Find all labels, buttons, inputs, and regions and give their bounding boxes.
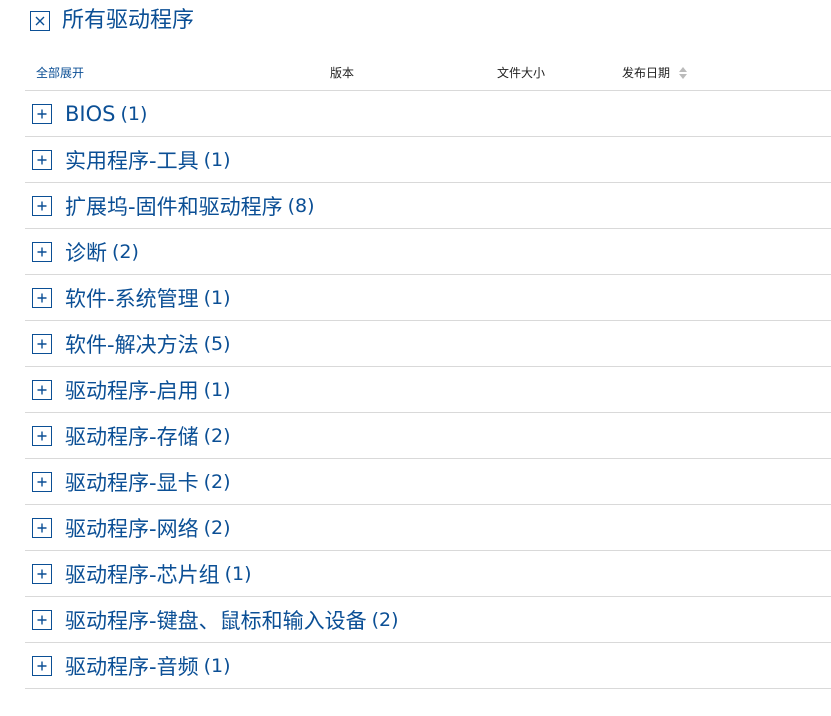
expand-button[interactable] (32, 149, 52, 170)
category-label: 实用程序-工具 (65, 148, 199, 173)
plus-icon (37, 155, 47, 164)
category-label: 软件-系统管理 (65, 286, 199, 311)
category-label: 驱动程序-芯片组 (65, 562, 220, 587)
expand-button[interactable] (32, 609, 52, 630)
category-row[interactable]: 驱动程序-芯片组 (1) (25, 551, 831, 597)
category-label: 驱动程序-键盘、鼠标和输入设备 (65, 608, 367, 633)
expand-button[interactable] (32, 563, 52, 584)
category-count: (1) (203, 148, 231, 171)
expand-button[interactable] (32, 333, 52, 354)
category-count: (1) (203, 378, 231, 401)
category-count: (1) (120, 102, 148, 125)
category-row[interactable]: 驱动程序-键盘、鼠标和输入设备 (2) (25, 597, 831, 643)
expand-button[interactable] (32, 103, 52, 124)
plus-icon (37, 201, 47, 210)
category-count: (8) (287, 194, 315, 217)
plus-icon (37, 247, 47, 256)
category-label: 驱动程序-显卡 (65, 470, 199, 495)
category-row[interactable]: 驱动程序-存储 (2) (25, 413, 831, 459)
category-count: (5) (203, 332, 231, 355)
plus-icon (37, 661, 47, 670)
category-row[interactable]: 驱动程序-显卡 (2) (25, 459, 831, 505)
plus-icon (37, 523, 47, 532)
category-list: BIOS (1) 实用程序-工具 (1) 扩展坞-固件和驱动程序 (8) 诊断 (2) 软件-系… (25, 91, 831, 689)
category-label: 诊断 (65, 240, 107, 265)
column-release-date-label: 发布日期 (622, 66, 671, 80)
expand-button[interactable] (32, 425, 52, 446)
category-label: 驱动程序-启用 (65, 378, 199, 403)
category-count: (1) (203, 286, 231, 309)
plus-icon (37, 293, 47, 302)
category-label: 驱动程序-音频 (65, 654, 199, 679)
category-count: (2) (112, 240, 139, 263)
expand-all-link[interactable]: 全部展开 (36, 64, 84, 82)
sort-icon[interactable] (678, 66, 688, 80)
category-label: 驱动程序-网络 (65, 516, 199, 541)
expand-button[interactable] (32, 517, 52, 538)
category-row[interactable]: BIOS (1) (25, 91, 831, 137)
plus-icon (37, 615, 47, 624)
category-label: 软件-解决方法 (65, 332, 199, 357)
plus-icon (37, 109, 47, 118)
category-row[interactable]: 诊断 (2) (25, 229, 831, 275)
category-row[interactable]: 实用程序-工具 (1) (25, 137, 831, 183)
page-title: 所有驱动程序 (62, 8, 195, 33)
category-count: (2) (203, 470, 231, 493)
category-count: (2) (203, 516, 231, 539)
category-row[interactable]: 驱动程序-网络 (2) (25, 505, 831, 551)
expand-button[interactable] (32, 195, 52, 216)
plus-icon (37, 431, 47, 440)
category-label: 扩展坞-固件和驱动程序 (65, 194, 283, 219)
category-row[interactable]: 驱动程序-启用 (1) (25, 367, 831, 413)
category-label: 驱动程序-存储 (65, 424, 199, 449)
category-label: BIOS (65, 101, 116, 126)
close-icon (35, 16, 45, 26)
category-row[interactable]: 软件-系统管理 (1) (25, 275, 831, 321)
collapse-all-button[interactable] (30, 11, 50, 31)
plus-icon (37, 339, 47, 348)
column-file-size: 文件大小 (497, 66, 546, 80)
plus-icon (37, 477, 47, 486)
expand-button[interactable] (32, 471, 52, 492)
expand-button[interactable] (32, 655, 52, 676)
column-header: 全部展开 版本 文件大小 发布日期 (36, 64, 831, 82)
category-count: (2) (203, 424, 231, 447)
category-count: (1) (203, 654, 231, 677)
category-row[interactable]: 扩展坞-固件和驱动程序 (8) (25, 183, 831, 229)
expand-button[interactable] (32, 241, 52, 262)
expand-button[interactable] (32, 287, 52, 308)
column-version: 版本 (330, 66, 355, 80)
category-count: (1) (224, 562, 252, 585)
category-count: (2) (371, 608, 399, 631)
column-release-date[interactable]: 发布日期 (622, 64, 688, 82)
expand-button[interactable] (32, 379, 52, 400)
category-row[interactable]: 软件-解决方法 (5) (25, 321, 831, 367)
plus-icon (37, 385, 47, 394)
section-header: 所有驱动程序 (30, 6, 194, 36)
plus-icon (37, 569, 47, 578)
category-row[interactable]: 驱动程序-音频 (1) (25, 643, 831, 689)
